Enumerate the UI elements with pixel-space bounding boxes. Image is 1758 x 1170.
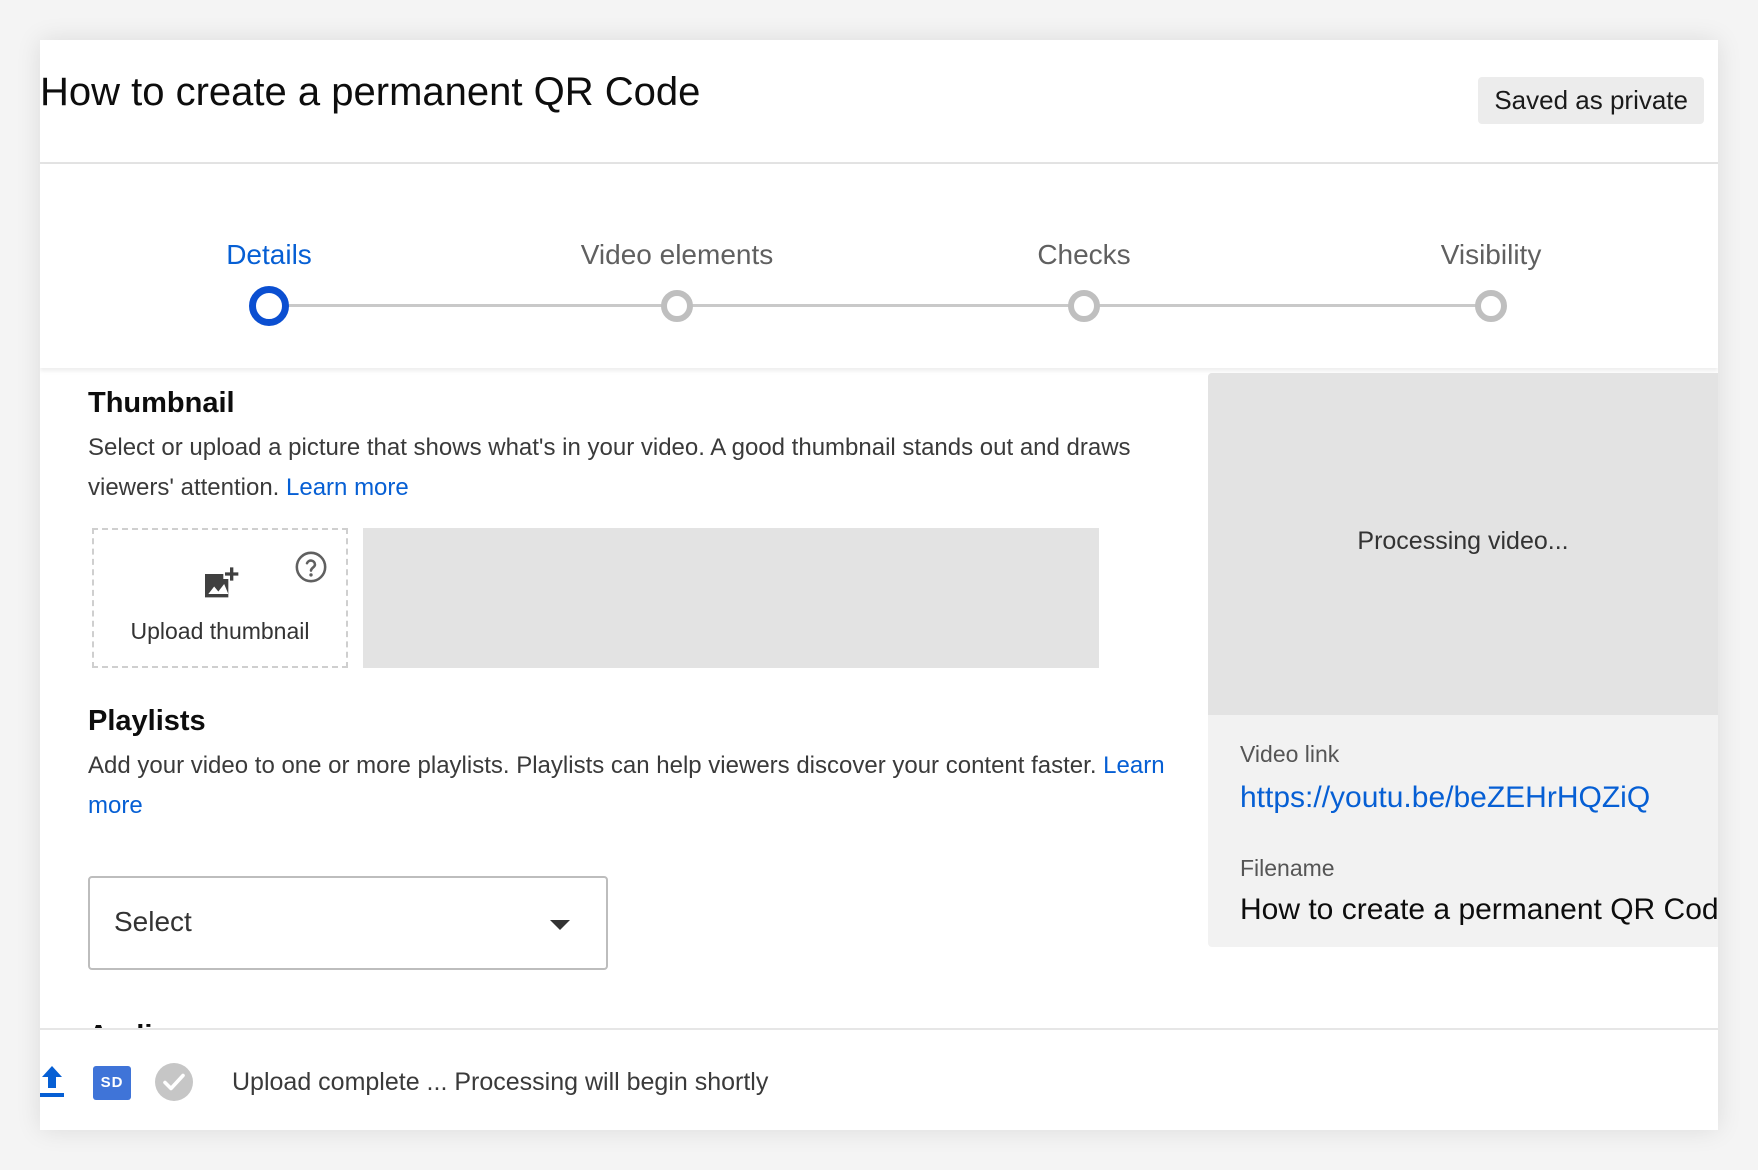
upload-thumbnail-label: Upload thumbnail <box>130 618 310 644</box>
filename-label: Filename <box>1240 855 1335 881</box>
video-title: How to create a permanent QR Code <box>40 70 701 114</box>
playlist-select-value: Select <box>114 906 192 937</box>
stepper-track <box>268 304 1478 307</box>
video-link[interactable]: https://youtu.be/beZEHrHQZiQ <box>1240 781 1650 815</box>
filename-value: How to create a permanent QR Code <box>1240 893 1718 926</box>
thumbnail-option[interactable] <box>845 528 1099 668</box>
saved-status-badge: Saved as private <box>1478 77 1704 124</box>
chevron-down-icon <box>550 920 570 930</box>
help-circle-icon[interactable] <box>294 550 328 584</box>
sd-quality-badge[interactable]: SD <box>93 1066 131 1100</box>
progress-stepper: Details Video elements Checks Visibility <box>40 164 1718 368</box>
upload-status-bar: SD Upload complete ... Processing will b… <box>40 1028 1718 1130</box>
playlists-heading: Playlists <box>88 705 206 737</box>
thumbnail-learn-more-link[interactable]: Learn more <box>286 474 409 501</box>
step-indicator <box>1475 290 1507 322</box>
video-link-label: Video link <box>1240 741 1340 767</box>
step-label: Checks <box>1037 239 1131 270</box>
step-indicator <box>1068 290 1100 322</box>
step-indicator <box>249 286 289 326</box>
upload-thumbnail-button[interactable]: Upload thumbnail <box>92 528 348 668</box>
upload-icon[interactable] <box>40 1064 64 1098</box>
thumbnail-description: Select or upload a picture that shows wh… <box>88 428 1168 508</box>
playlist-select[interactable]: Select <box>88 876 608 970</box>
step-label: Details <box>226 239 312 270</box>
video-preview-panel: Processing video... Video link https://y… <box>1208 373 1718 947</box>
upload-dialog: How to create a permanent QR Code Saved … <box>40 40 1718 1130</box>
video-preview: Processing video... <box>1208 373 1718 715</box>
playlists-description-text: Add your video to one or more playlists.… <box>88 752 1097 779</box>
step-label: Visibility <box>1440 239 1542 270</box>
thumbnail-option[interactable] <box>363 528 617 668</box>
thumbnail-description-text: Select or upload a picture that shows wh… <box>88 434 1131 501</box>
dialog-header: How to create a permanent QR Code Saved … <box>40 40 1718 164</box>
playlists-description: Add your video to one or more playlists.… <box>88 746 1168 826</box>
upload-status-text: Upload complete ... Processing will begi… <box>232 1068 769 1096</box>
thumbnail-heading: Thumbnail <box>88 387 235 419</box>
thumbnail-option[interactable] <box>604 528 858 668</box>
add-photo-icon <box>205 567 239 598</box>
check-circle-icon[interactable] <box>154 1062 194 1102</box>
step-label: Video elements <box>580 239 774 270</box>
processing-message: Processing video... <box>1357 527 1569 555</box>
step-indicator <box>661 290 693 322</box>
